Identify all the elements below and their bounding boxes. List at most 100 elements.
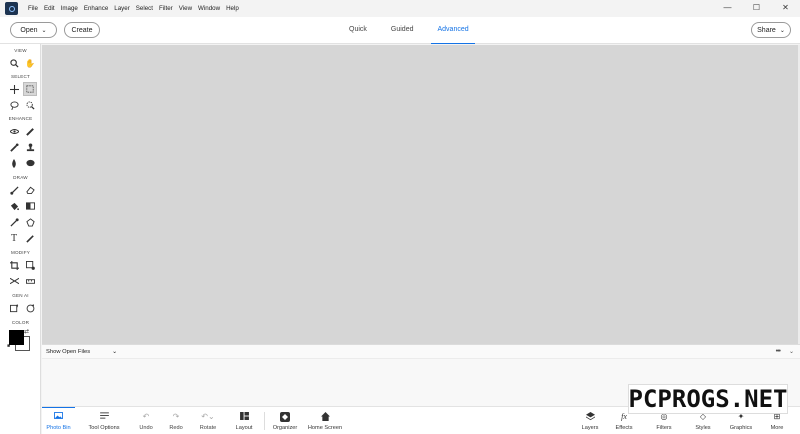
layers-button[interactable]: Layers [578, 407, 602, 434]
photo-bin-button[interactable]: Photo Bin [42, 407, 75, 434]
home-icon [320, 411, 330, 422]
watermark: PCPROGS.NET [628, 384, 788, 414]
pencil-icon[interactable] [23, 231, 37, 245]
generative-fill-icon[interactable] [7, 301, 21, 315]
app-logo-icon [5, 2, 18, 15]
redo-label: Redo [169, 424, 183, 431]
photo-bin-label: Photo Bin [46, 425, 71, 431]
layers-label: Layers [581, 424, 599, 431]
type-icon[interactable]: T [7, 231, 21, 245]
open-button[interactable]: Open ⌄ [10, 22, 57, 38]
healing-brush-icon[interactable] [23, 124, 37, 138]
tab-advanced[interactable]: Advanced [431, 17, 475, 44]
app-window: File Edit Image Enhance Layer Select Fil… [0, 0, 800, 434]
blur-drop-icon[interactable] [7, 156, 21, 170]
tool-options-button[interactable]: Tool Options [85, 407, 123, 434]
rotate-icon: ↶⌄ [201, 411, 215, 421]
eraser-icon[interactable] [23, 183, 37, 197]
layout-button[interactable]: Layout [232, 407, 256, 434]
show-open-files-dropdown[interactable]: Show Open Files ⌄ [46, 348, 118, 356]
maximize-button[interactable]: ☐ [742, 0, 771, 14]
menu-help[interactable]: Help [223, 0, 242, 17]
undo-button[interactable]: ↶ Undo [135, 407, 157, 434]
layout-icon [239, 411, 249, 422]
title-bar: File Edit Image Enhance Layer Select Fil… [0, 0, 800, 17]
filters-label: Filters [656, 424, 672, 431]
canvas-area[interactable] [42, 45, 798, 344]
photo-bin-icon [54, 412, 63, 422]
tab-quick[interactable]: Quick [343, 17, 373, 44]
tab-guided[interactable]: Guided [385, 17, 420, 44]
graphics-label: Graphics [729, 424, 753, 431]
layers-icon [585, 411, 595, 422]
quick-selection-icon[interactable] [23, 98, 37, 112]
share-button[interactable]: Share ⌄ [751, 22, 791, 38]
open-button-label: Open [20, 26, 38, 34]
swap-colors-icon[interactable]: ⇄ [24, 328, 29, 335]
lasso-icon[interactable] [7, 98, 21, 112]
more-label: More [770, 424, 784, 431]
window-controls: — ☐ ✕ [713, 0, 800, 14]
close-button[interactable]: ✕ [771, 0, 800, 14]
redo-button[interactable]: ↷ Redo [165, 407, 187, 434]
straighten-icon[interactable] [23, 274, 37, 288]
section-draw: DRAW [13, 175, 28, 180]
section-color: COLOR [11, 320, 30, 325]
create-button[interactable]: Create [64, 22, 100, 38]
crop-icon[interactable] [7, 258, 21, 272]
clone-stamp-icon[interactable] [23, 140, 37, 154]
tools-panel: VIEW ✋ SELECT ENHANCE DRAW T MODIFY GEN … [0, 44, 41, 434]
menu-enhance[interactable]: Enhance [81, 0, 111, 17]
collapse-icon[interactable]: ⌄ [789, 348, 794, 355]
section-view: VIEW [14, 48, 27, 53]
rotate-button[interactable]: ↶⌄ Rotate [196, 407, 220, 434]
home-screen-button[interactable]: Home Screen [306, 407, 344, 434]
chevron-down-icon: ⌄ [41, 27, 47, 34]
rotate-label: Rotate [199, 424, 217, 431]
generative-remove-icon[interactable] [23, 301, 37, 315]
menu-bar: File Edit Image Enhance Layer Select Fil… [25, 0, 242, 17]
chevron-down-icon: ⌄ [779, 27, 785, 34]
divider [264, 412, 265, 430]
effects-label: Effects [615, 424, 633, 431]
tool-options-icon [99, 411, 109, 422]
smart-brush-icon[interactable] [7, 140, 21, 154]
layout-label: Layout [235, 424, 253, 431]
zoom-icon[interactable] [7, 56, 21, 70]
organizer-button[interactable]: Organizer [270, 407, 300, 434]
paint-bucket-icon[interactable] [7, 199, 21, 213]
custom-shape-icon[interactable] [23, 215, 37, 229]
section-modify: MODIFY [10, 250, 31, 255]
eyedropper-icon[interactable] [7, 215, 21, 229]
show-open-files-label: Show Open Files [46, 348, 91, 355]
home-screen-label: Home Screen [307, 424, 343, 431]
recompose-icon[interactable] [23, 258, 37, 272]
menu-filter[interactable]: Filter [156, 0, 176, 17]
menu-file[interactable]: File [25, 0, 41, 17]
minimize-button[interactable]: — [713, 0, 742, 14]
content-aware-move-icon[interactable] [7, 274, 21, 288]
menu-layer[interactable]: Layer [111, 0, 132, 17]
menu-window[interactable]: Window [195, 0, 223, 17]
hand-icon[interactable]: ✋ [23, 56, 37, 70]
foreground-color-swatch[interactable] [9, 330, 24, 345]
menu-view[interactable]: View [176, 0, 195, 17]
eye-icon[interactable] [7, 124, 21, 138]
styles-label: Styles [695, 424, 711, 431]
menu-edit[interactable]: Edit [41, 0, 58, 17]
section-gen-ai: GEN AI [12, 293, 29, 298]
section-enhance: ENHANCE [8, 116, 33, 121]
chevron-down-icon: ⌄ [112, 349, 118, 355]
mode-tabs: Quick Guided Advanced [343, 17, 487, 44]
menu-image[interactable]: Image [58, 0, 81, 17]
brush-icon[interactable] [7, 183, 21, 197]
fx-icon: fx [621, 411, 627, 421]
more-options-icon[interactable]: ••• [776, 348, 781, 355]
sponge-icon[interactable] [23, 156, 37, 170]
marquee-icon[interactable] [23, 82, 37, 96]
menu-select[interactable]: Select [133, 0, 156, 17]
photo-bin-header: Show Open Files ⌄ ••• ⌄ [42, 344, 800, 359]
section-select: SELECT [10, 74, 31, 79]
gradient-icon[interactable] [23, 199, 37, 213]
move-icon[interactable] [7, 82, 21, 96]
